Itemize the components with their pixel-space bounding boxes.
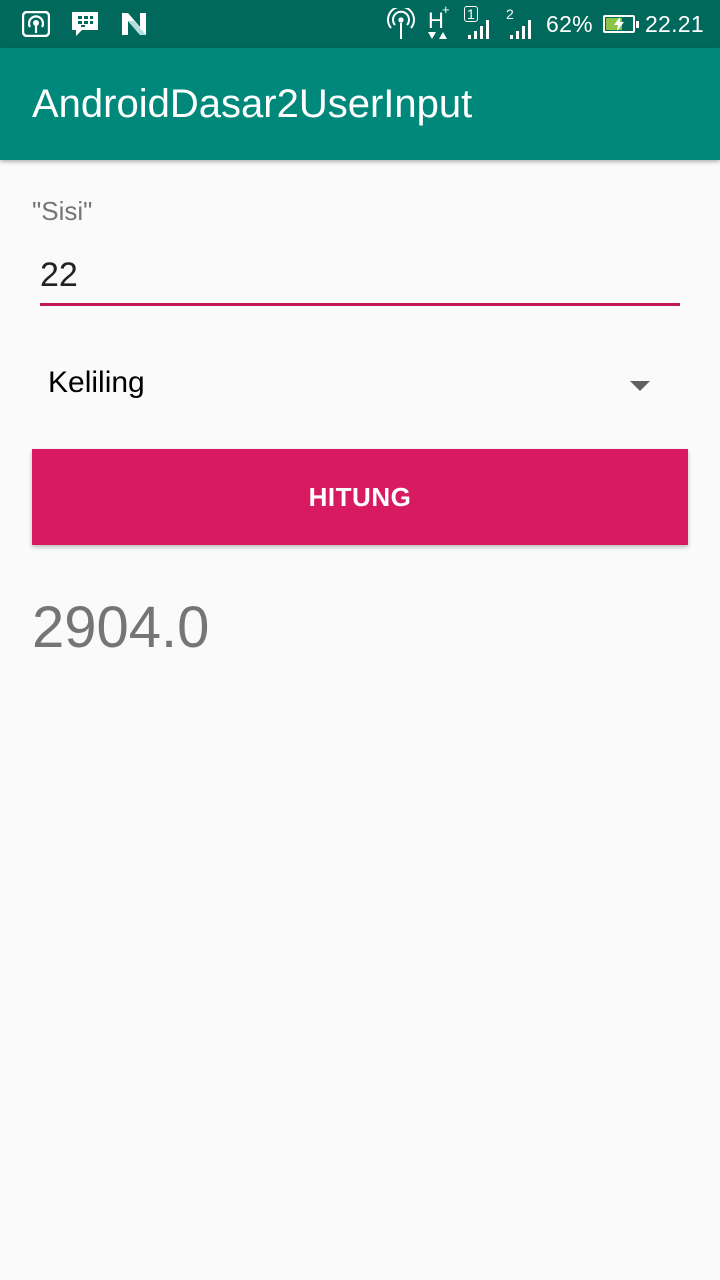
- result-text: 2904.0: [32, 595, 210, 660]
- status-bar-left: [22, 8, 148, 40]
- wifi-hotspot-signal-icon: [386, 8, 416, 40]
- side-input[interactable]: [40, 248, 680, 302]
- sim1-signal-icon: 1: [462, 6, 494, 40]
- status-bar: H + 1 2 62% 22.21: [0, 0, 720, 48]
- clock: 22.21: [644, 10, 704, 37]
- data-arrows-icon: [428, 32, 447, 39]
- charging-bolt-icon: [613, 17, 624, 31]
- hitung-button[interactable]: HITUNG: [32, 449, 688, 545]
- dropdown-arrow-icon: [630, 381, 650, 391]
- status-bar-right: H + 1 2 62% 22.21: [386, 2, 704, 40]
- operation-spinner[interactable]: Keliling: [32, 348, 672, 424]
- battery-icon: [602, 15, 639, 33]
- side-input-label: "Sisi": [32, 196, 93, 226]
- side-input-underline: [40, 303, 680, 306]
- sim2-signal-icon: 2: [504, 6, 536, 40]
- n-logo-icon: [120, 11, 148, 37]
- hotspot-icon: [22, 11, 50, 37]
- battery-tip: [635, 21, 639, 28]
- app-bar: AndroidDasar2UserInput: [0, 48, 720, 160]
- network-type: H +: [426, 2, 452, 40]
- bbm-icon: [70, 10, 100, 38]
- app-title: AndroidDasar2UserInput: [32, 82, 473, 126]
- operation-spinner-value: Keliling: [48, 366, 145, 399]
- network-plus-label: +: [442, 2, 450, 17]
- side-input-container: [40, 248, 680, 306]
- battery-percent: 62%: [546, 10, 593, 37]
